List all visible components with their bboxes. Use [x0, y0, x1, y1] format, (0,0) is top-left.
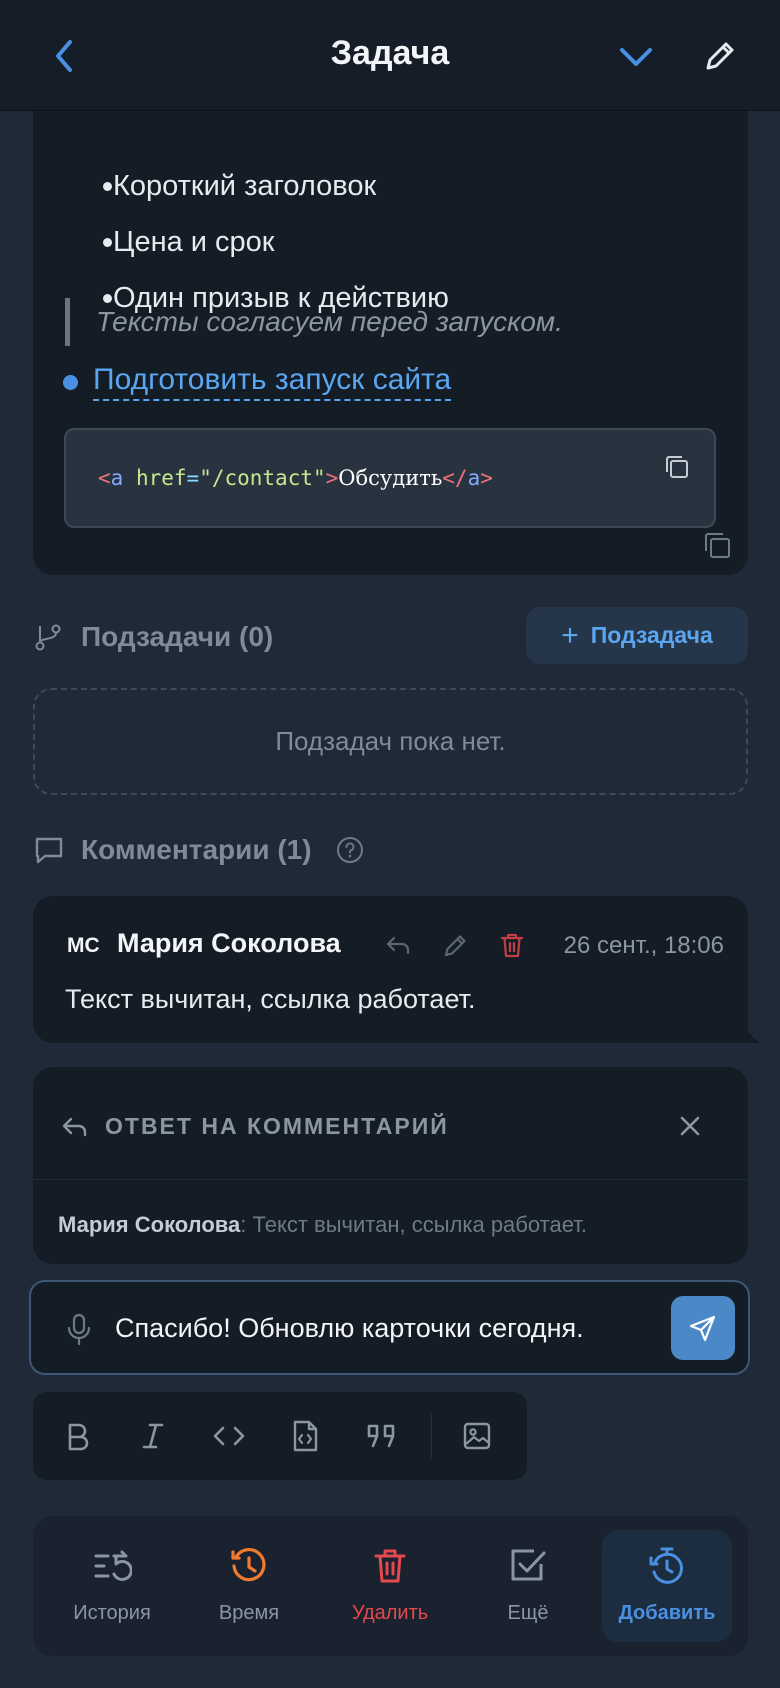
linked-task[interactable]: Подготовить запуск сайта: [63, 363, 452, 401]
code-token: href: [135, 466, 187, 490]
blockquote: Тексты согласуем перед запуском.: [65, 298, 665, 346]
branch-icon: [33, 622, 63, 652]
formatting-toolbar: [33, 1392, 527, 1480]
reply-quoted-comment: Мария Соколова: Текст вычитан, ссылка ра…: [58, 1212, 587, 1238]
list-item: Цена и срок: [103, 222, 275, 262]
status-dot: [63, 374, 78, 390]
bullet-dot: [103, 182, 112, 191]
toolbar-separator: [431, 1414, 432, 1458]
add-subtask-label: Подзадача: [590, 622, 713, 648]
comments-header: Комментарии (1): [33, 828, 364, 872]
history-list-icon: [92, 1546, 132, 1586]
timer-add-icon: [647, 1546, 687, 1586]
trash-icon[interactable]: [497, 930, 527, 960]
code-content: <a href="/contact">Обсудить</a>: [98, 466, 493, 490]
linked-task-link[interactable]: Подготовить запуск сайта: [93, 363, 452, 401]
history-button[interactable]: История: [47, 1530, 177, 1642]
time-button[interactable]: Время: [184, 1530, 314, 1642]
code-token: Обсудить: [338, 466, 443, 490]
edit-icon[interactable]: [700, 36, 740, 76]
reply-icon[interactable]: [383, 930, 413, 960]
divider: [33, 1179, 748, 1180]
italic-icon[interactable]: [135, 1418, 171, 1454]
code-token: =: [186, 466, 200, 490]
bold-icon[interactable]: [59, 1418, 95, 1454]
comment-author: Мария Соколова: [117, 928, 341, 958]
code-icon[interactable]: [211, 1418, 247, 1454]
code-token: </: [442, 466, 468, 490]
subtasks-empty-state: Подзадач пока нет.: [33, 688, 748, 795]
nav-label: Время: [218, 1602, 280, 1624]
code-file-icon[interactable]: [287, 1418, 323, 1454]
code-token: >: [480, 466, 493, 490]
send-button[interactable]: [671, 1296, 735, 1360]
description-card: Короткий заголовок Цена и срок Один приз…: [33, 80, 748, 575]
code-token: a: [467, 466, 481, 490]
subtasks-header: Подзадачи (0): [33, 615, 273, 659]
quote-icon[interactable]: [363, 1418, 399, 1454]
more-button[interactable]: Ещё: [463, 1530, 593, 1642]
code-token: "/contact": [199, 466, 326, 490]
page-title: Задача: [330, 34, 450, 72]
list-item-text: Короткий заголовок: [113, 169, 377, 202]
microphone-icon[interactable]: [63, 1311, 95, 1347]
bullet-dot: [103, 238, 112, 247]
comment-timestamp: 26 сент., 18:06: [563, 932, 724, 959]
copy-icon[interactable]: [662, 452, 692, 482]
delete-button[interactable]: Удалить: [325, 1530, 455, 1642]
checkbox-icon: [508, 1546, 548, 1586]
code-token: <: [98, 466, 111, 490]
avatar: МС: [67, 934, 100, 957]
top-bar: Задача: [0, 0, 780, 111]
image-icon[interactable]: [459, 1418, 495, 1454]
code-token: >: [325, 466, 339, 490]
add-time-button[interactable]: Добавить: [602, 1530, 732, 1642]
comment-composer: [29, 1280, 750, 1375]
copy-icon[interactable]: [700, 528, 734, 562]
comment-icon: [33, 834, 65, 866]
reply-label: ОТВЕТ НА КОММЕНТАРИЙ: [105, 1113, 449, 1139]
comment-input[interactable]: [115, 1300, 655, 1356]
chevron-down-icon[interactable]: [616, 38, 656, 74]
send-icon: [689, 1315, 716, 1342]
help-icon[interactable]: [336, 836, 364, 864]
add-subtask-button[interactable]: + Подзадача: [526, 607, 748, 664]
edit-icon[interactable]: [441, 930, 471, 960]
bottom-action-bar: История Время Удалить Ещё Добавить: [33, 1516, 748, 1656]
close-icon[interactable]: [673, 1109, 707, 1143]
nav-label: Удалить: [351, 1602, 429, 1624]
quoted-author: Мария Соколова: [58, 1212, 241, 1237]
reply-icon: [59, 1111, 91, 1143]
trash-icon: [370, 1546, 410, 1586]
reply-preview: ОТВЕТ НА КОММЕНТАРИЙ Мария Соколова: Тек…: [33, 1067, 748, 1264]
nav-label: Добавить: [618, 1602, 716, 1624]
clock-history-icon: [229, 1546, 269, 1586]
comment-bubble-tail: [746, 1031, 760, 1043]
comment-card: МС Мария Соколова 26 сент., 18:06 Текст …: [33, 896, 760, 1043]
plus-icon: +: [561, 618, 579, 652]
quoted-text: Текст вычитан, ссылка работает.: [246, 1212, 587, 1237]
list-item-text: Цена и срок: [113, 225, 275, 258]
code-block: <a href="/contact">Обсудить</a>: [64, 428, 716, 528]
comment-text: Текст вычитан, ссылка работает.: [65, 984, 476, 1014]
subtasks-title: Подзадачи (0): [81, 621, 274, 652]
list-item: Короткий заголовок: [103, 166, 377, 206]
nav-label: История: [73, 1602, 151, 1624]
comments-title: Комментарии (1): [81, 834, 312, 865]
nav-label: Ещё: [507, 1602, 549, 1624]
code-token: a: [110, 466, 124, 490]
